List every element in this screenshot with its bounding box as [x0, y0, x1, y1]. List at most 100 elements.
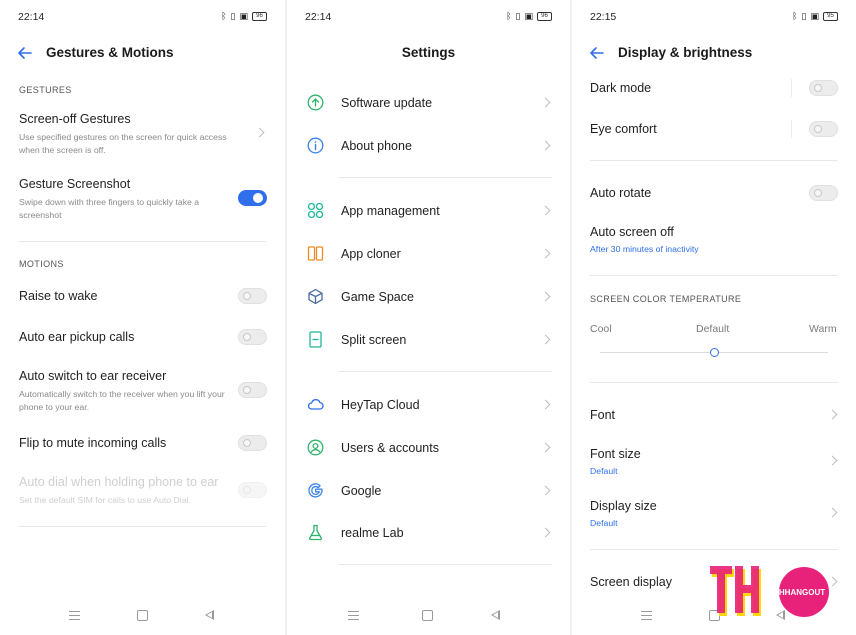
eye-comfort-toggle[interactable] [809, 121, 838, 137]
recents-icon[interactable] [641, 611, 652, 620]
header: Gestures & Motions [0, 42, 285, 64]
divider [19, 241, 266, 242]
page-title: Gestures & Motions [46, 45, 174, 60]
status-icons: ᛒ ▯ ▣ 96 [506, 11, 552, 21]
chevron-right-icon [827, 455, 838, 466]
divider [339, 371, 552, 372]
auto-switch-subtitle: Automatically switch to the receiver whe… [19, 389, 225, 412]
temp-label-cool: Cool [590, 323, 612, 335]
home-icon[interactable] [137, 610, 148, 621]
settings-screen: 22:14 ᛒ ▯ ▣ 96 Settings Software update … [287, 0, 570, 635]
auto-dial-subtitle: Set the default SIM for calls to use Aut… [19, 495, 191, 505]
status-bar: 22:14 ᛒ ▯ ▣ 96 [18, 10, 267, 26]
vibrate-icon: ▯ [801, 11, 807, 21]
app-management-icon [307, 202, 324, 219]
auto-screen-off-value: After 30 minutes of inactivity [590, 244, 699, 254]
dark-mode-title: Dark mode [590, 81, 652, 95]
flip-to-mute-title: Flip to mute incoming calls [19, 436, 167, 450]
back-arrow-icon[interactable] [16, 44, 34, 62]
section-header-gestures: GESTURES [19, 85, 72, 95]
gesture-screenshot-subtitle: Swipe down with three fingers to quickly… [19, 197, 200, 220]
auto-ear-pickup-toggle[interactable] [238, 329, 267, 345]
gesture-screenshot-title: Gesture Screenshot [19, 177, 131, 191]
section-header-color-temperature: SCREEN COLOR TEMPERATURE [590, 294, 742, 304]
chevron-right-icon [827, 507, 838, 518]
vibrate-icon: ▯ [230, 11, 236, 21]
temp-label-warm: Warm [809, 323, 837, 335]
chevron-right-icon [540, 334, 551, 345]
flip-to-mute-toggle[interactable] [238, 435, 267, 451]
notification-icon: ▣ [810, 11, 819, 21]
battery-icon: 96 [537, 11, 552, 21]
watermark-text: TECHHANGOUT [763, 588, 825, 597]
settings-item-label: Users & accounts [341, 441, 439, 455]
auto-rotate-title: Auto rotate [590, 186, 652, 200]
auto-rotate-toggle[interactable] [809, 185, 838, 201]
settings-item-label: App management [341, 204, 440, 218]
raise-to-wake-title: Raise to wake [19, 289, 98, 303]
settings-item-label: HeyTap Cloud [341, 398, 420, 412]
techhangout-logo: TECHHANGOUT [710, 566, 829, 617]
lab-flask-icon [309, 524, 322, 541]
back-icon[interactable] [205, 610, 214, 620]
status-icons: ᛒ ▯ ▣ 96 [221, 11, 267, 21]
screen-display-title: Screen display [590, 575, 672, 589]
chevron-right-icon [540, 485, 551, 496]
color-temperature-slider-knob[interactable] [709, 348, 719, 357]
software-update-icon [307, 94, 324, 111]
recents-icon[interactable] [348, 611, 359, 620]
dark-mode-toggle[interactable] [809, 80, 838, 96]
vibrate-icon: ▯ [515, 11, 521, 21]
settings-item-label: Google [341, 484, 382, 498]
font-title: Font [590, 408, 616, 422]
bluetooth-icon: ᛒ [792, 11, 798, 21]
chevron-right-icon [540, 291, 551, 302]
page-title: Settings [401, 45, 456, 60]
chevron-right-icon [540, 97, 551, 108]
auto-ear-pickup-title: Auto ear pickup calls [19, 330, 135, 344]
split-screen-icon [309, 331, 322, 348]
section-header-motions: MOTIONS [19, 259, 64, 269]
divider [19, 526, 266, 527]
home-icon[interactable] [422, 610, 433, 621]
bluetooth-icon: ᛒ [506, 11, 512, 21]
auto-switch-toggle[interactable] [238, 382, 267, 398]
chevron-right-icon [540, 399, 551, 410]
eye-comfort-title: Eye comfort [590, 122, 657, 136]
chevron-right-icon [827, 409, 838, 420]
settings-item-label: realme Lab [341, 526, 404, 540]
font-size-value: Default [590, 466, 618, 476]
recents-icon[interactable] [69, 611, 80, 620]
header: Settings [287, 42, 570, 64]
app-cloner-icon [307, 246, 324, 261]
page-title: Display & brightness [618, 45, 753, 60]
navigation-bar [0, 609, 285, 623]
cloud-icon [307, 399, 324, 410]
display-brightness-screen: 22:15 ᛒ ▯ ▣ 95 Display & brightness Dark… [572, 0, 856, 635]
auto-switch-title: Auto switch to ear receiver [19, 369, 167, 383]
divider [590, 275, 838, 276]
raise-to-wake-toggle[interactable] [238, 288, 267, 304]
divider [339, 177, 552, 178]
chevron-right-icon [540, 140, 551, 151]
auto-dial-toggle [238, 482, 267, 498]
divider [339, 564, 552, 565]
settings-item-label: App cloner [341, 247, 401, 261]
gesture-screenshot-toggle[interactable] [238, 190, 267, 206]
status-bar: 22:14 ᛒ ▯ ▣ 96 [305, 10, 552, 26]
battery-icon: 96 [252, 11, 267, 21]
back-icon[interactable] [491, 610, 500, 620]
google-icon [308, 483, 323, 498]
chevron-right-icon [540, 248, 551, 259]
game-space-icon [308, 288, 323, 305]
back-arrow-icon[interactable] [588, 44, 606, 62]
notification-icon: ▣ [524, 11, 533, 21]
header: Display & brightness [572, 42, 856, 64]
status-time: 22:15 [590, 11, 617, 23]
status-time: 22:14 [305, 11, 332, 23]
gestures-motions-screen: 22:14 ᛒ ▯ ▣ 96 Gestures & Motions GESTUR… [0, 0, 285, 635]
auto-dial-title: Auto dial when holding phone to ear [19, 475, 219, 489]
font-size-title: Font size [590, 447, 641, 461]
auto-screen-off-title: Auto screen off [590, 225, 674, 239]
status-icons: ᛒ ▯ ▣ 95 [792, 11, 838, 21]
